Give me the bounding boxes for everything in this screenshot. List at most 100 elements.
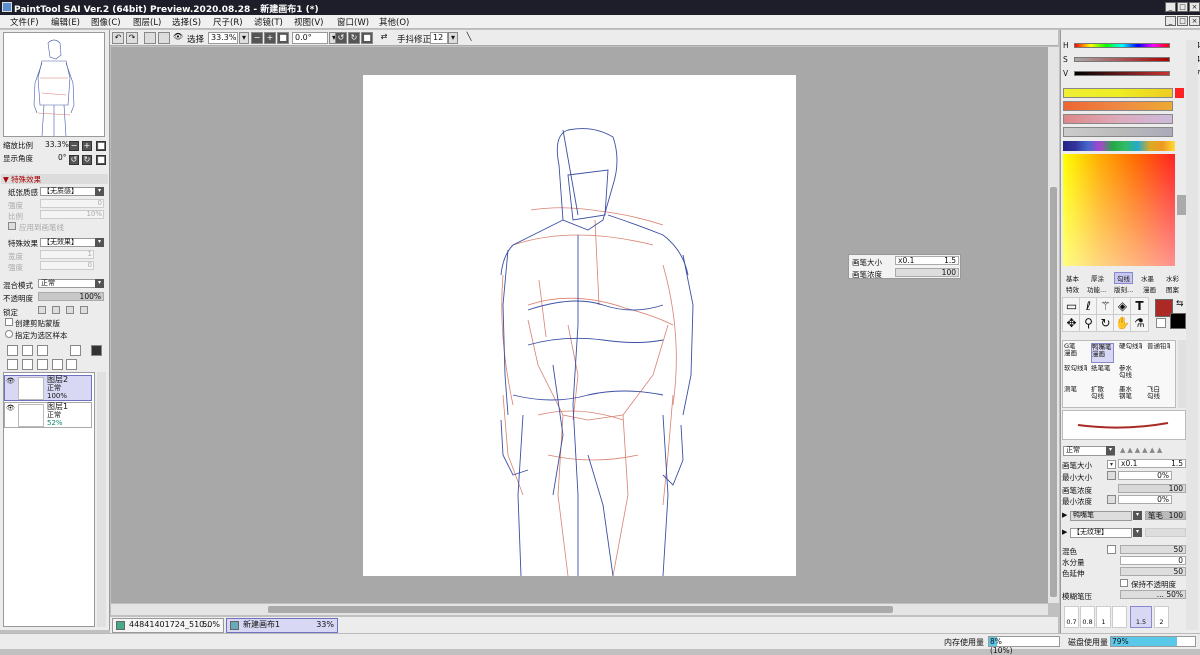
lock-icon[interactable] bbox=[38, 306, 46, 314]
clip-checkbox[interactable] bbox=[5, 318, 13, 326]
brush-size-slider[interactable]: x0.1 1.5 bbox=[1118, 459, 1186, 468]
effects-header[interactable]: ▼ 特殊效果 bbox=[1, 174, 108, 184]
clear-layer-icon[interactable] bbox=[52, 359, 63, 370]
eye-icon[interactable]: 👁 bbox=[6, 404, 16, 414]
close-button[interactable]: × bbox=[1189, 16, 1200, 26]
undo-icon[interactable]: ↶ bbox=[112, 32, 124, 44]
brush-item[interactable]: 扩散 勾线 bbox=[1091, 386, 1114, 406]
brush-size-preset[interactable] bbox=[1112, 606, 1127, 628]
eyedropper-icon[interactable]: ⚗ bbox=[1130, 314, 1149, 332]
layer-transfer-icon[interactable] bbox=[70, 345, 81, 356]
chevron-down-icon[interactable]: ▾ bbox=[1133, 511, 1142, 520]
apply-brush-checkbox[interactable] bbox=[8, 222, 16, 230]
popup-density-slider[interactable]: 100 bbox=[895, 268, 959, 277]
scale-field[interactable]: 10% bbox=[40, 210, 104, 219]
brush-item[interactable]: 参水 勾线 bbox=[1119, 365, 1142, 385]
brush-size-preset[interactable]: 1 bbox=[1096, 606, 1111, 628]
secondary-color-swatch[interactable] bbox=[1170, 313, 1186, 329]
menu-view[interactable]: 视图(V) bbox=[294, 16, 323, 28]
lock-alpha-icon[interactable] bbox=[80, 306, 88, 314]
stretch-slider[interactable]: 50 bbox=[1120, 567, 1186, 576]
tab-effects[interactable]: 特效 bbox=[1066, 284, 1079, 294]
rotate-reset-button[interactable]: ■ bbox=[361, 32, 373, 44]
zoom-field[interactable]: 33.3% bbox=[208, 32, 238, 44]
brush-item[interactable]: 墨水 钢笔 bbox=[1119, 386, 1142, 406]
value-row[interactable]: V 067 bbox=[1062, 69, 1200, 79]
merge-all-icon[interactable] bbox=[22, 359, 33, 370]
navigator-thumbnail[interactable] bbox=[3, 32, 105, 137]
tab-pattern[interactable]: 图案 bbox=[1166, 284, 1179, 294]
width-field[interactable]: 1 bbox=[40, 250, 94, 259]
menu-file[interactable]: 文件(F) bbox=[10, 16, 39, 28]
invert-selection-icon[interactable] bbox=[158, 32, 170, 44]
color-grid-scroll[interactable] bbox=[1177, 195, 1186, 215]
zoom-reset-button[interactable]: ■ bbox=[277, 32, 289, 44]
menu-edit[interactable]: 编辑(E) bbox=[51, 16, 80, 28]
horizontal-scroll-thumb[interactable] bbox=[268, 606, 893, 613]
redo-icon[interactable]: ↷ bbox=[126, 32, 138, 44]
zoom-out-button[interactable]: − bbox=[251, 32, 263, 44]
transparent-color-icon[interactable] bbox=[1156, 318, 1166, 328]
brush-item-selected[interactable]: 鸭嘴笔 漫画 bbox=[1091, 343, 1114, 363]
color-mix-end[interactable] bbox=[1175, 88, 1184, 98]
horizontal-scrollbar[interactable] bbox=[111, 604, 1048, 615]
app-close-button[interactable]: × bbox=[1189, 2, 1200, 12]
brush-item[interactable]: 飞白 勾线 bbox=[1147, 386, 1170, 406]
layer-item[interactable]: 👁 图层1 正常 52% bbox=[4, 402, 92, 428]
strength-field[interactable]: 0 bbox=[40, 199, 104, 208]
brush-size-preset[interactable]: 0.7 bbox=[1064, 606, 1079, 628]
drawing-canvas[interactable] bbox=[363, 75, 796, 577]
copy-layer-icon[interactable] bbox=[37, 359, 48, 370]
chevron-down-icon[interactable]: ▾ bbox=[239, 32, 249, 44]
line-tool-icon[interactable]: ╲ bbox=[463, 32, 475, 44]
swatch-palette[interactable] bbox=[1063, 141, 1175, 151]
hue-slider[interactable] bbox=[1074, 43, 1170, 48]
chevron-down-icon[interactable]: ▾ bbox=[1133, 528, 1142, 537]
swap-colors-icon[interactable]: ⇆ bbox=[1176, 299, 1184, 309]
chevron-down-icon[interactable]: ▾ bbox=[448, 32, 458, 44]
text-tool-icon[interactable]: T bbox=[1130, 297, 1149, 315]
expand-icon[interactable]: ▶ bbox=[1062, 528, 1067, 536]
menu-filter[interactable]: 滤镜(T) bbox=[254, 16, 283, 28]
tab-ink[interactable]: 水墨 bbox=[1141, 273, 1154, 283]
rotate-left-button[interactable]: ↺ bbox=[335, 32, 347, 44]
pressure-icon[interactable] bbox=[1107, 495, 1116, 504]
brush-shape-icons[interactable]: ▲▲▲▲▲▲ bbox=[1120, 446, 1164, 454]
brush-item[interactable]: 硬勾线笔 bbox=[1119, 343, 1142, 363]
stabilizer-field[interactable]: 12 bbox=[430, 32, 448, 44]
color-mix-bar[interactable] bbox=[1063, 127, 1173, 137]
maximize-button[interactable]: □ bbox=[1177, 16, 1188, 26]
chevron-down-icon[interactable]: ▾ bbox=[1106, 446, 1115, 455]
layer-item[interactable]: 👁 图层2 正常 100% bbox=[4, 375, 92, 401]
menu-image[interactable]: 图像(C) bbox=[91, 16, 121, 28]
vertical-scrollbar[interactable] bbox=[1048, 47, 1059, 603]
rotate-left-button[interactable]: ↺ bbox=[69, 155, 79, 165]
sample-checkbox[interactable] bbox=[5, 330, 13, 338]
rotate-right-button[interactable]: ↻ bbox=[82, 155, 92, 165]
menu-window[interactable]: 窗口(W) bbox=[337, 16, 369, 28]
menu-ruler[interactable]: 尺子(R) bbox=[213, 16, 243, 28]
menu-other[interactable]: 其他(O) bbox=[379, 16, 409, 28]
brush-item[interactable]: 测笔 bbox=[1064, 386, 1087, 406]
eye-icon[interactable]: 👁 bbox=[6, 377, 16, 387]
color-mix-bar[interactable] bbox=[1063, 101, 1173, 111]
color-grid[interactable] bbox=[1063, 154, 1175, 266]
tab-image[interactable]: 44841401724_510... 50% bbox=[112, 618, 224, 633]
layer-scrollbar[interactable] bbox=[97, 372, 106, 627]
tab-thick[interactable]: 厚涂 bbox=[1091, 273, 1104, 283]
bristle-slider[interactable]: 笔毛 100 bbox=[1145, 511, 1186, 520]
menu-layer[interactable]: 图层(L) bbox=[133, 16, 161, 28]
zoom-in-button[interactable]: + bbox=[264, 32, 276, 44]
rotate-right-button[interactable]: ↻ bbox=[348, 32, 360, 44]
water-slider[interactable]: 0 bbox=[1120, 556, 1186, 565]
brush-item[interactable] bbox=[1147, 365, 1170, 385]
right-panel-scrollbar[interactable] bbox=[1186, 40, 1198, 630]
mask-icon[interactable] bbox=[91, 345, 102, 356]
new-folder-icon[interactable] bbox=[37, 345, 48, 356]
brush-item[interactable]: G笔 漫画 bbox=[1064, 343, 1087, 363]
lock-position-icon[interactable] bbox=[66, 306, 74, 314]
tab-function[interactable]: 功能... bbox=[1087, 284, 1106, 294]
menu-select[interactable]: 选择(S) bbox=[172, 16, 201, 28]
saturation-row[interactable]: S 064 bbox=[1062, 55, 1200, 65]
popup-size-slider[interactable]: x0.1 1.5 bbox=[895, 256, 959, 265]
